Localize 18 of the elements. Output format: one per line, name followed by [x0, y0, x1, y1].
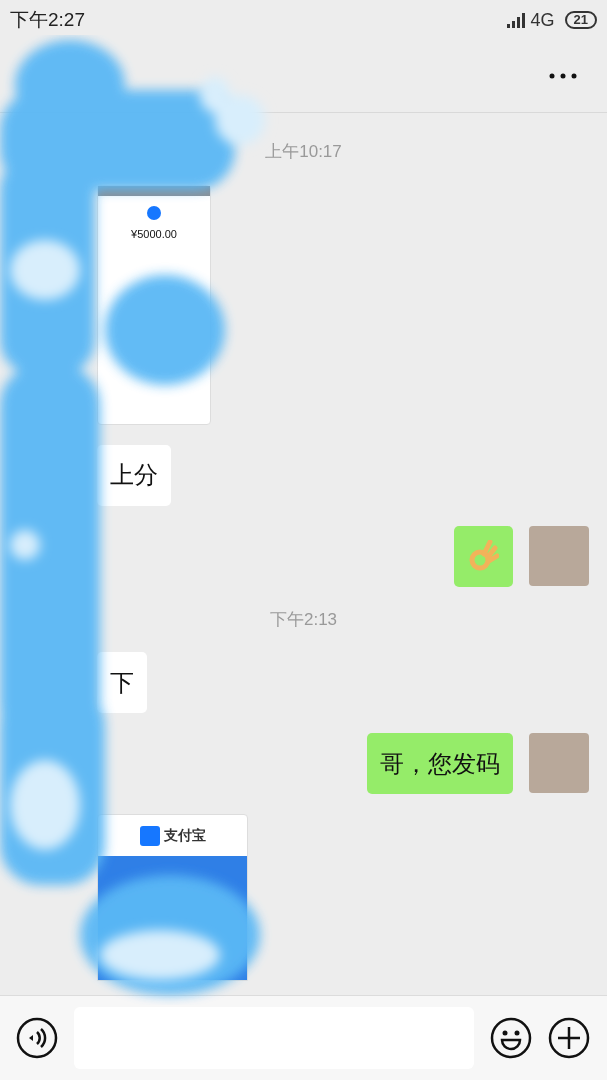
- signal-icon: [504, 11, 527, 29]
- voice-icon[interactable]: [16, 1017, 58, 1059]
- timestamp: 上午10:17: [265, 141, 342, 163]
- amount-text: ¥5000.00: [131, 226, 177, 242]
- emoji-icon[interactable]: [490, 1017, 532, 1059]
- ok-hand-icon: [468, 540, 499, 572]
- message-bubble[interactable]: 上分: [97, 444, 171, 506]
- avatar-photo: [529, 733, 589, 793]
- avatar-photo: [529, 525, 589, 586]
- message-bubble[interactable]: 下: [97, 652, 147, 713]
- timestamp: 下午2:13: [269, 608, 338, 631]
- status-time: 下午2:27: [10, 7, 85, 32]
- network-label: 4G: [530, 8, 555, 32]
- brand-name: 支付宝: [163, 826, 206, 845]
- add-icon[interactable]: [548, 1017, 590, 1059]
- more-icon[interactable]: [549, 73, 577, 79]
- message-bubble[interactable]: 哥，您发码: [367, 733, 513, 794]
- battery-indicator: 21: [564, 11, 597, 29]
